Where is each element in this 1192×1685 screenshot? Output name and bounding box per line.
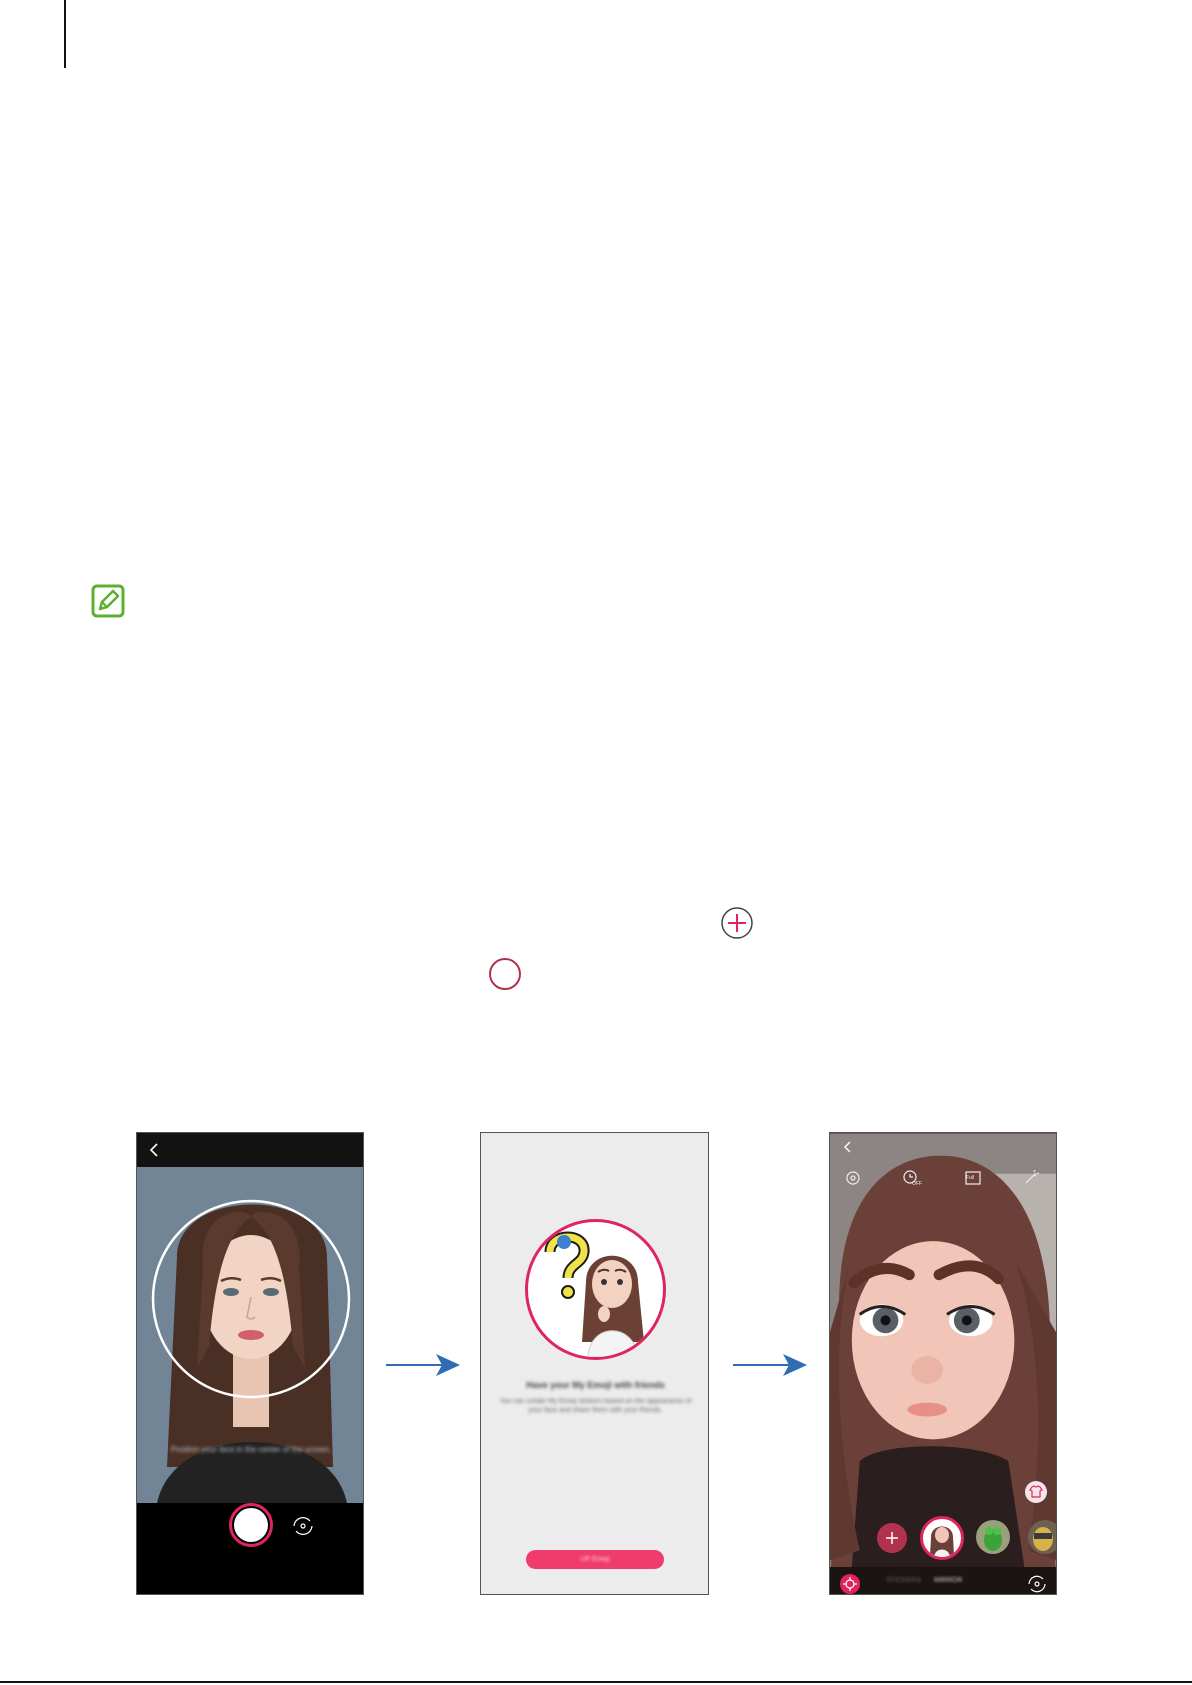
yellow-character-icon <box>1033 1527 1053 1551</box>
shirt-icon <box>1029 1485 1043 1498</box>
frog-character-icon <box>984 1527 1002 1551</box>
shutter-button-icon[interactable] <box>234 1508 268 1542</box>
full-ratio-label: Full <box>966 1175 975 1181</box>
effects-icon[interactable] <box>1022 1169 1040 1187</box>
switch-camera-icon[interactable] <box>290 1513 316 1539</box>
record-circle-icon <box>489 958 521 990</box>
phone-face-capture-screen: Position your face in the center of the … <box>136 1132 364 1595</box>
top-bar <box>137 1133 363 1167</box>
plus-icon <box>886 1532 898 1544</box>
flow-arrow-icon <box>386 1354 460 1376</box>
avatar-thumbnail <box>930 1526 954 1557</box>
bottom-rule <box>0 1681 1192 1683</box>
switch-camera-icon[interactable] <box>1026 1573 1048 1595</box>
avatar-illustration <box>544 1231 644 1357</box>
tab-mirror[interactable]: MIRROR <box>934 1577 962 1584</box>
tab-stickers[interactable]: STICKERS <box>886 1577 921 1584</box>
sticker-icon <box>843 1577 857 1591</box>
flow-arrow-icon <box>733 1354 807 1376</box>
emoji-avatar-character[interactable] <box>1028 1520 1056 1554</box>
back-arrow-icon[interactable] <box>841 1139 855 1155</box>
emoji-avatar-selected[interactable] <box>920 1516 964 1560</box>
intro-title: Have your My Emoji with friends <box>526 1380 665 1390</box>
sticker-button[interactable] <box>840 1574 860 1594</box>
phone-intro-screen: Have your My Emoji with friends You can … <box>480 1132 709 1595</box>
note-pencil-icon <box>91 584 125 618</box>
phone-emoji-camera-screen: OFF Full STICKERS MIRROR <box>829 1132 1057 1595</box>
outfit-button[interactable] <box>1025 1481 1047 1503</box>
face-position-hint: Position your face in the center of the … <box>170 1445 332 1454</box>
start-button[interactable]: UP Emoji <box>526 1550 664 1569</box>
intro-description: You can create My Emoji stickers based o… <box>499 1398 692 1414</box>
settings-icon[interactable] <box>844 1169 862 1187</box>
emoji-intro-illustration <box>525 1219 666 1360</box>
plus-circle-icon <box>721 907 753 939</box>
left-margin-rule <box>64 0 66 68</box>
timer-off-label: OFF <box>912 1181 922 1187</box>
back-arrow-icon[interactable] <box>147 1141 163 1159</box>
start-button-label: UP Emoji <box>580 1556 610 1563</box>
emoji-avatar-frog[interactable] <box>976 1520 1010 1554</box>
add-emoji-button[interactable] <box>877 1523 907 1553</box>
